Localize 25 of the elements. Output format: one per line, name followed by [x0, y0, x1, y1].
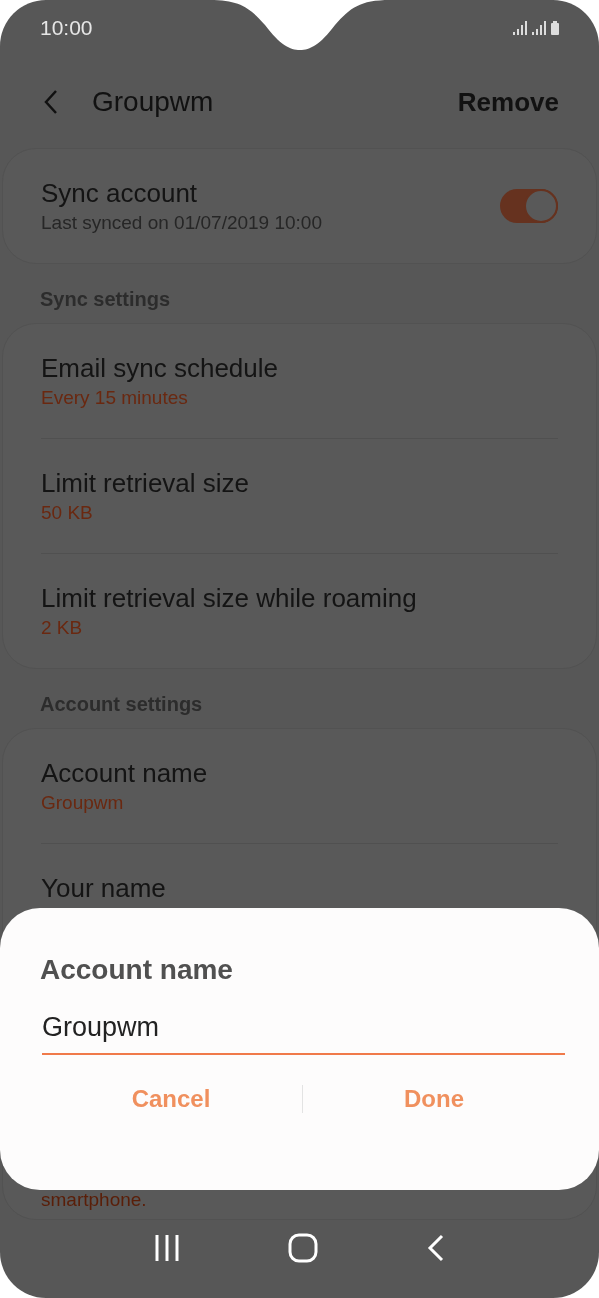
battery-icon: [551, 21, 559, 35]
sync-toggle[interactable]: [500, 189, 558, 223]
setting-title[interactable]: Email sync schedule: [41, 351, 278, 385]
setting-value: Groupwm: [41, 791, 124, 815]
page-title: Groupwm: [92, 86, 215, 118]
input-field[interactable]: Groupwm: [42, 1012, 565, 1055]
dialog-button[interactable]: Cancel: [40, 1085, 302, 1113]
dialog-title: Account name: [40, 954, 233, 986]
setting-description: smartphone.: [41, 1188, 147, 1212]
remove-button[interactable]: Remove: [457, 86, 559, 118]
setting-title[interactable]: Your name: [41, 871, 166, 905]
dialog-button[interactable]: Done: [303, 1085, 565, 1113]
signal-icon: [532, 21, 546, 35]
setting-title: Sync account: [41, 177, 198, 210]
back-icon[interactable]: [426, 1234, 445, 1262]
setting-title[interactable]: Limit retrieval size: [41, 466, 250, 500]
setting-title[interactable]: Limit retrieval size while roaming: [41, 581, 417, 615]
setting-value: 2 KB: [41, 616, 83, 640]
home-icon[interactable]: [288, 1233, 319, 1263]
setting-value: 50 KB: [41, 501, 93, 525]
setting-title[interactable]: Account name: [41, 756, 208, 790]
status-time: 10:00: [40, 16, 93, 40]
signal-icon: [513, 21, 527, 35]
setting-value: Every 15 minutes: [41, 386, 188, 410]
recent-apps-icon[interactable]: [154, 1234, 181, 1262]
